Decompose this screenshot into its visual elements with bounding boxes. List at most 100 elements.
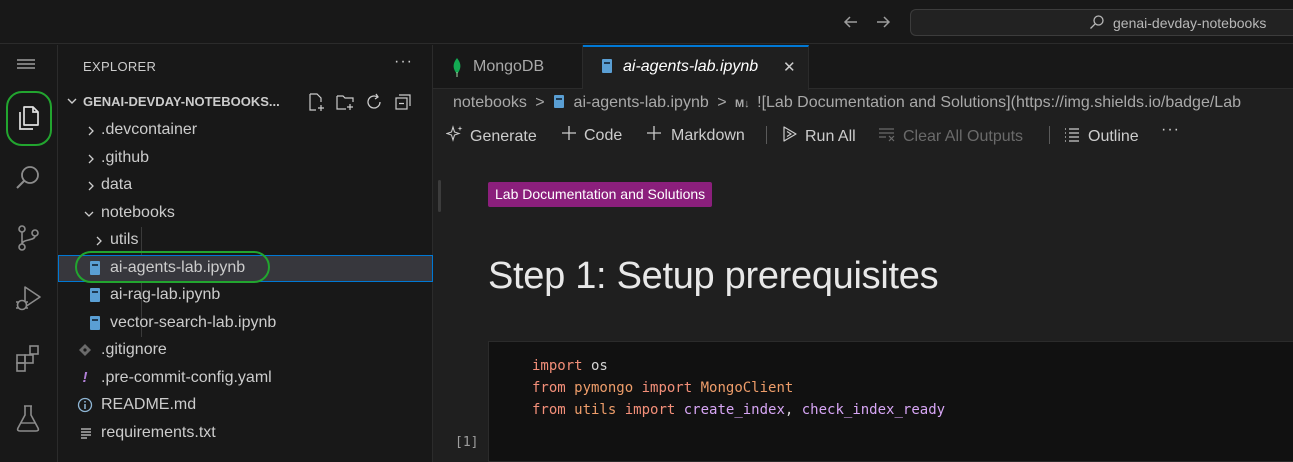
extensions-icon[interactable] xyxy=(13,343,43,373)
chevron-right-icon xyxy=(85,152,97,164)
tree-item-ai-agents-lab[interactable]: ai-agents-lab.ipynb xyxy=(58,255,433,282)
notebook-file-icon xyxy=(553,94,565,114)
mongodb-leaf-icon xyxy=(451,57,463,82)
lab-documentation-badge[interactable]: Lab Documentation and Solutions xyxy=(488,182,713,207)
more-actions-icon[interactable]: ··· xyxy=(1161,121,1180,139)
sidebar-title: EXPLORER xyxy=(83,59,157,74)
tree-item-vector-search-lab[interactable]: vector-search-lab.ipynb xyxy=(58,310,433,337)
chevron-right-icon xyxy=(85,179,97,191)
code-cell[interactable]: import os from pymongo import MongoClien… xyxy=(488,341,1293,462)
run-all-button[interactable]: Run All xyxy=(781,125,856,148)
markdown-heading: Step 1: Setup prerequisites xyxy=(488,255,939,297)
activity-bar xyxy=(0,45,58,462)
new-file-icon[interactable] xyxy=(306,92,326,112)
tree-item-pre-commit-config[interactable]: ! .pre-commit-config.yaml xyxy=(58,365,433,392)
tree-item-gitignore[interactable]: .gitignore xyxy=(58,337,433,364)
tree-item-github[interactable]: .github xyxy=(58,145,433,172)
code-label: Code xyxy=(584,127,623,144)
breadcrumb-file[interactable]: ai-agents-lab.ipynb xyxy=(574,94,709,111)
source-control-icon[interactable] xyxy=(13,223,43,253)
breadcrumb-separator: > xyxy=(535,94,545,111)
execution-count: [1] xyxy=(455,435,479,450)
more-actions-icon[interactable]: ··· xyxy=(394,53,413,71)
clear-all-icon xyxy=(878,125,896,148)
arrow-left-icon[interactable] xyxy=(841,12,861,32)
tree-item-label: data xyxy=(101,176,133,193)
generate-button[interactable]: Generate xyxy=(445,125,537,148)
refresh-icon[interactable] xyxy=(364,92,384,112)
tree-item-label: requirements.txt xyxy=(101,424,216,441)
generate-label: Generate xyxy=(470,128,537,145)
info-icon xyxy=(77,397,93,413)
workspace-name: GENAI-DEVDAY-NOTEBOOKS... xyxy=(83,94,280,109)
explorer-sidebar: EXPLORER ··· GENAI-DEVDAY-NOTEBOOKS... .… xyxy=(58,45,433,462)
tree-item-requirements[interactable]: requirements.txt xyxy=(58,420,433,447)
notebook-file-icon xyxy=(88,260,102,276)
tree-item-data[interactable]: data xyxy=(58,172,433,199)
tree-item-label: .pre-commit-config.yaml xyxy=(101,369,272,386)
files-icon[interactable] xyxy=(13,103,43,133)
notebook-file-icon xyxy=(601,58,613,79)
tree-item-label: utils xyxy=(110,231,139,248)
notebook-file-icon xyxy=(88,315,102,331)
tab-label: ai-agents-lab.ipynb xyxy=(623,58,759,75)
clear-all-label: Clear All Outputs xyxy=(903,128,1024,145)
markdown-icon: M↓ xyxy=(735,98,750,110)
chevron-right-icon xyxy=(85,124,97,136)
cell-focus-indicator xyxy=(438,180,441,212)
toolbar-divider xyxy=(766,126,767,144)
tree-item-label: .gitignore xyxy=(101,341,167,358)
tree-item-label: notebooks xyxy=(101,204,175,221)
outline-icon xyxy=(1063,125,1081,148)
menu-icon[interactable] xyxy=(12,53,40,73)
tree-item-readme[interactable]: README.md xyxy=(58,392,433,419)
new-folder-icon[interactable] xyxy=(335,92,355,112)
code-line: from utils import create_index, check_in… xyxy=(532,402,946,418)
arrow-right-icon[interactable] xyxy=(873,12,893,32)
plus-icon xyxy=(561,125,577,146)
run-all-label: Run All xyxy=(805,128,856,145)
close-icon[interactable]: ✕ xyxy=(783,58,796,76)
chevron-right-icon xyxy=(93,234,105,246)
outline-label: Outline xyxy=(1088,128,1139,145)
tree-item-label: ai-rag-lab.ipynb xyxy=(110,286,221,303)
yaml-exclamation-icon: ! xyxy=(82,369,88,386)
code-line: from pymongo import MongoClient xyxy=(532,380,794,396)
add-code-button[interactable]: Code xyxy=(561,125,622,146)
run-all-icon xyxy=(781,125,799,148)
add-markdown-button[interactable]: Markdown xyxy=(646,125,745,146)
tree-item-notebooks[interactable]: notebooks xyxy=(58,200,433,227)
command-center-search[interactable]: genai-devday-notebooks xyxy=(910,9,1293,36)
breadcrumb-folder[interactable]: notebooks xyxy=(453,94,527,111)
notebook-file-icon xyxy=(88,287,102,303)
tab-bar: MongoDB ai-agents-lab.ipynb ✕ xyxy=(433,45,1293,90)
search-icon[interactable] xyxy=(13,163,43,193)
testing-icon[interactable] xyxy=(13,403,43,433)
breadcrumb-separator: > xyxy=(717,94,727,111)
tree-item-devcontainer[interactable]: .devcontainer xyxy=(58,117,433,144)
breadcrumb: notebooks > ai-agents-lab.ipynb > M↓ ![L… xyxy=(453,94,1241,114)
search-icon xyxy=(1089,14,1105,30)
chevron-down-icon xyxy=(83,207,95,219)
tab-ai-agents-lab[interactable]: ai-agents-lab.ipynb ✕ xyxy=(583,45,809,90)
clear-all-outputs-button[interactable]: Clear All Outputs xyxy=(878,125,1023,148)
command-center-label: genai-devday-notebooks xyxy=(1113,15,1267,31)
text-file-icon xyxy=(79,425,93,441)
collapse-all-icon[interactable] xyxy=(393,92,413,112)
editor-area: MongoDB ai-agents-lab.ipynb ✕ notebooks … xyxy=(433,45,1293,462)
breadcrumb-symbol[interactable]: ![Lab Documentation and Solutions](https… xyxy=(757,94,1241,111)
toolbar-divider xyxy=(1049,126,1050,144)
markdown-label: Markdown xyxy=(671,127,745,144)
tab-label: MongoDB xyxy=(473,58,545,75)
tree-item-label: .devcontainer xyxy=(101,121,198,138)
chevron-down-icon xyxy=(65,94,79,108)
tree-item-utils[interactable]: utils xyxy=(58,227,433,254)
tree-item-ai-rag-lab[interactable]: ai-rag-lab.ipynb xyxy=(58,282,433,309)
run-debug-icon[interactable] xyxy=(13,283,43,313)
tree-item-label: README.md xyxy=(101,396,197,413)
tab-mongodb[interactable]: MongoDB xyxy=(433,45,583,89)
tree-item-label: .github xyxy=(101,149,150,166)
notebook-toolbar: Generate Code Markdown Run All Clear All… xyxy=(433,121,1293,149)
outline-button[interactable]: Outline xyxy=(1063,125,1139,148)
plus-icon xyxy=(646,125,662,146)
